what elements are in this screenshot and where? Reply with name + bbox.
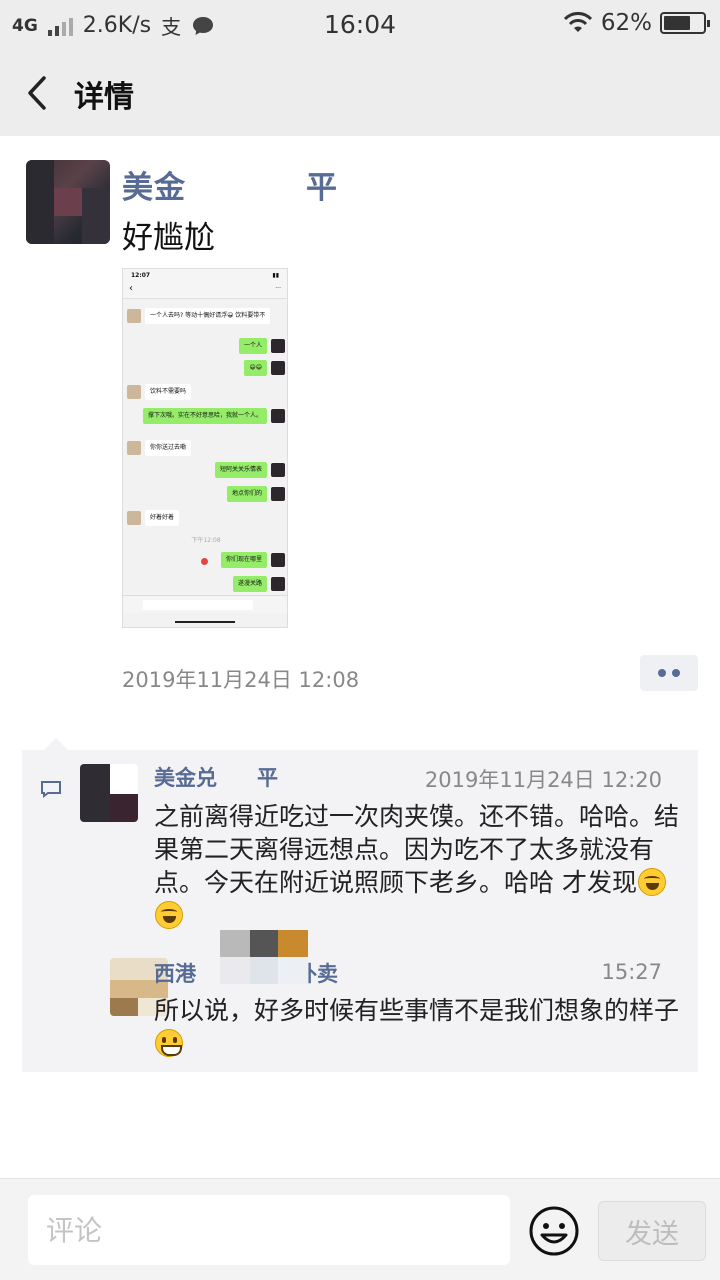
thumb-message-row: 你们现在哪里: [123, 551, 287, 571]
thumb-message-row: 好着好着: [123, 509, 287, 529]
thumb-message-bubble: 好着好着: [145, 510, 180, 526]
smiley-icon: [529, 1206, 579, 1256]
grinning-emoji-icon: [155, 1029, 183, 1057]
thumb-avatar: [271, 463, 285, 477]
more-actions-button[interactable]: [640, 655, 698, 691]
chevron-left-icon: [28, 76, 46, 110]
thumb-message-row: 😄😄: [123, 359, 287, 379]
thumb-message-list: 一个人去吗? 等动十偶好请浮😀 饮料要带不一个人 😄😄 饮料不需要吗撑下次哦。实在不…: [123, 299, 287, 599]
thumb-avatar: [271, 577, 285, 591]
status-bar: 4G 2.6K/s 支 16:04 62%: [0, 0, 720, 50]
post-author-name-start: 美金: [122, 170, 186, 206]
post-timestamp: 2019年11月24日 12:08: [122, 668, 360, 692]
post-author-name-end: 平: [306, 170, 338, 206]
thumb-message-bubble: 撑下次哦。实在不好意思哈，我就一个人。: [142, 408, 267, 424]
thumb-message-bubble: 饮料不需要吗: [145, 384, 192, 400]
top-bar: 4G 2.6K/s 支 16:04 62% 详情: [0, 0, 720, 136]
comment-section: 美金兑 平 2019年11月24日 12:20 之前离得近吃过一次肉夹馍。还不错。…: [22, 738, 698, 1072]
mosaic-redaction: [220, 930, 308, 984]
comment-author-start: 美金兑: [154, 766, 217, 790]
comment-input[interactable]: [28, 1195, 510, 1265]
thumb-avatar: [271, 553, 285, 567]
send-button[interactable]: 发送: [598, 1201, 706, 1261]
nav-header: 详情: [0, 50, 720, 136]
thumb-message-bubble: 地点你们的: [226, 486, 267, 502]
page-title: 详情: [74, 80, 134, 115]
thumb-avatar: [127, 441, 141, 455]
comment-time: 15:27: [601, 960, 662, 984]
comment-author-end: 平: [257, 766, 278, 790]
thumb-avatar: [271, 409, 285, 423]
post-text: 好尴尬: [122, 220, 215, 256]
thumb-message-row: 你你送过去嘞: [123, 439, 287, 459]
comment-input-bar: 发送: [0, 1178, 720, 1280]
thumb-message-row: 短阿关关乐情表: [123, 461, 287, 481]
comment-body: 之前离得近吃过一次肉夹馍。还不错。哈哈。结果第二天离得远想点。因为吃不了太多就没…: [154, 802, 680, 897]
thumb-message-bubble: 😄😄: [244, 360, 267, 376]
thumb-home-indicator: [175, 621, 235, 623]
thumb-message-bubble: 一个人: [238, 338, 267, 354]
laughing-emoji-icon: [637, 868, 666, 896]
thumb-message-bubble: 遂漫关路: [232, 576, 267, 592]
back-button[interactable]: [18, 70, 58, 116]
thumb-avatar: [127, 385, 141, 399]
thumb-message-row: 一个人: [123, 337, 287, 357]
comment-icon: [41, 781, 61, 798]
emoji-button[interactable]: [528, 1205, 580, 1257]
thumb-message-row: 撑下次哦。实在不好意思哈，我就一个人。: [123, 407, 287, 427]
comment-avatar[interactable]: [80, 764, 138, 822]
comment-author-name[interactable]: 美金兑 平: [154, 762, 278, 792]
failed-send-icon: [201, 558, 208, 565]
comment-text: 之前离得近吃过一次肉夹馍。还不错。哈哈。结果第二天离得远想点。因为吃不了太多就没…: [154, 800, 680, 932]
dot: [658, 669, 666, 677]
thumb-avatar: [271, 361, 285, 375]
thumb-avatar: [271, 487, 285, 501]
battery-percent: 62%: [600, 10, 652, 36]
thumb-input: [123, 595, 287, 613]
thumb-message-row: 地点你们的: [123, 485, 287, 505]
thumb-message-bubble: 你们现在哪里: [220, 552, 267, 568]
thumb-more: ···: [275, 285, 281, 292]
comment-author-start: 西港: [154, 962, 196, 986]
thumb-message-row: 饮料不需要吗: [123, 383, 287, 403]
comment-time: 2019年11月24日 12:20: [424, 768, 662, 792]
battery-icon: [660, 12, 710, 34]
thumb-avatar: [271, 339, 285, 353]
thumb-message-bubble: 短阿关关乐情表: [214, 462, 267, 478]
thumb-message-row: 一个人去吗? 等动十偶好请浮😀 饮料要带不: [123, 307, 287, 327]
comment-text: 所以说，好多时候有些事情不是我们想象的样子: [154, 994, 680, 1060]
thumb-message-bubble: 你你送过去嘞: [145, 440, 192, 456]
thumb-time: 12:07: [131, 272, 151, 279]
thumb-timestamp: 下午12:08: [191, 537, 221, 544]
dot: [672, 669, 680, 677]
post-image[interactable]: 12:07▮▮ ··· 一个人去吗? 等动十偶好请浮😀 饮料要带不一个人😄😄饮料…: [122, 268, 288, 628]
comment-body: 所以说，好多时候有些事情不是我们想象的样子: [154, 996, 680, 1025]
thumb-avatar: [127, 309, 141, 323]
thumb-avatar: [127, 511, 141, 525]
post-author-avatar[interactable]: [26, 160, 110, 244]
wifi-icon: [563, 12, 592, 32]
thumb-message-row: 遂漫关路: [123, 575, 287, 595]
redaction-block: [206, 160, 294, 210]
laughing-emoji-icon: [155, 901, 183, 929]
thumb-message-bubble: 一个人去吗? 等动十偶好请浮😀 饮料要带不: [145, 308, 271, 324]
